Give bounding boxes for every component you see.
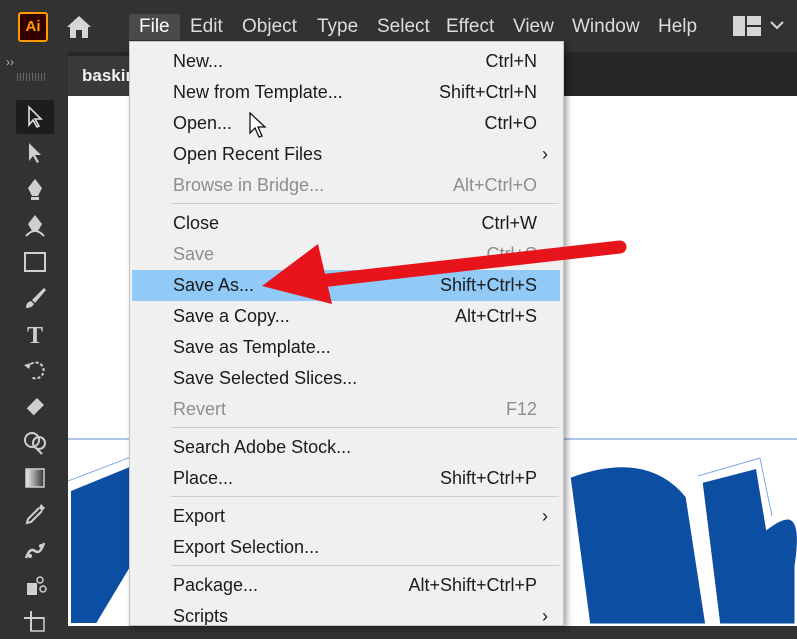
- menu-item-revert: Revert F12: [173, 399, 537, 419]
- menu-item-scripts[interactable]: Scripts ›: [132, 601, 560, 626]
- menu-object[interactable]: Object: [232, 14, 307, 40]
- panel-grip[interactable]: [17, 73, 45, 81]
- tools-panel: ›› T: [0, 52, 68, 632]
- menu-file[interactable]: File: [129, 14, 180, 40]
- collapse-panel-icon[interactable]: ››: [6, 55, 66, 75]
- menu-item-save-as-template[interactable]: Save as Template...: [132, 332, 560, 363]
- illustrator-logo: Ai: [18, 12, 48, 42]
- type-tool-icon[interactable]: T: [16, 317, 54, 351]
- menu-window[interactable]: Window: [562, 14, 650, 40]
- menu-item-save-a-copy[interactable]: Save a Copy... Alt+Ctrl+S: [132, 301, 560, 332]
- submenu-arrow-icon: ›: [542, 144, 548, 164]
- rectangle-tool-icon[interactable]: [16, 245, 54, 279]
- menu-item-save-selected-slices[interactable]: Save Selected Slices...: [132, 363, 560, 394]
- menu-separator: [171, 565, 559, 566]
- paintbrush-tool-icon[interactable]: [16, 281, 54, 315]
- selection-tool-icon[interactable]: [16, 100, 54, 134]
- submenu-arrow-icon: ›: [542, 506, 548, 526]
- document-tab[interactable]: baskin: [68, 56, 138, 96]
- menu-edit[interactable]: Edit: [180, 14, 233, 40]
- direct-selection-tool-icon[interactable]: [16, 136, 54, 170]
- menu-separator: [171, 496, 559, 497]
- menu-item-open[interactable]: Open... Ctrl+O: [132, 108, 560, 139]
- menu-item-search-adobe-stock[interactable]: Search Adobe Stock...: [132, 432, 560, 463]
- menu-select[interactable]: Select: [367, 14, 440, 40]
- menu-item-place[interactable]: Place... Shift+Ctrl+P: [132, 463, 560, 494]
- pen-tool-icon[interactable]: [16, 172, 54, 206]
- symbol-sprayer-tool-icon[interactable]: [16, 569, 54, 603]
- menu-item-new[interactable]: New... Ctrl+N: [132, 46, 560, 77]
- menu-separator: [171, 203, 559, 204]
- menu-item-save: Save Ctrl+S: [173, 244, 537, 264]
- mouse-cursor-icon: [249, 111, 267, 138]
- svg-text:T: T: [27, 323, 43, 347]
- menu-item-new-from-template[interactable]: New from Template... Shift+Ctrl+N: [132, 77, 560, 108]
- menu-item-close[interactable]: Close Ctrl+W: [132, 208, 560, 239]
- menu-help[interactable]: Help: [648, 14, 707, 40]
- shape-builder-tool-icon[interactable]: [16, 425, 54, 459]
- menu-type[interactable]: Type: [307, 14, 368, 40]
- menu-item-save-as[interactable]: Save As... Shift+Ctrl+S: [132, 270, 560, 301]
- workspace-switcher-icon[interactable]: [732, 15, 762, 37]
- menu-item-package[interactable]: Package... Alt+Shift+Ctrl+P: [132, 570, 560, 601]
- menu-item-export[interactable]: Export ›: [132, 501, 560, 532]
- eraser-tool-icon[interactable]: [16, 389, 54, 423]
- file-menu-dropdown: New... Ctrl+N New from Template... Shift…: [129, 41, 564, 626]
- rotate-tool-icon[interactable]: [16, 353, 54, 387]
- menu-item-export-selection[interactable]: Export Selection...: [132, 532, 560, 563]
- chevron-down-icon[interactable]: [768, 16, 786, 34]
- puppet-warp-tool-icon[interactable]: [16, 533, 54, 567]
- menu-view[interactable]: View: [503, 14, 564, 40]
- eyedropper-tool-icon[interactable]: [16, 497, 54, 531]
- menu-item-open-recent-files[interactable]: Open Recent Files ›: [132, 139, 560, 170]
- menu-effect[interactable]: Effect: [436, 14, 504, 40]
- home-icon[interactable]: [64, 12, 94, 42]
- gradient-tool-icon[interactable]: [16, 461, 54, 495]
- submenu-arrow-icon: ›: [542, 606, 548, 626]
- curvature-tool-icon[interactable]: [16, 208, 54, 242]
- menu-item-browse-in-bridge: Browse in Bridge... Alt+Ctrl+O: [173, 175, 537, 195]
- menu-separator: [171, 427, 559, 428]
- artboard-tool-icon[interactable]: [16, 605, 54, 639]
